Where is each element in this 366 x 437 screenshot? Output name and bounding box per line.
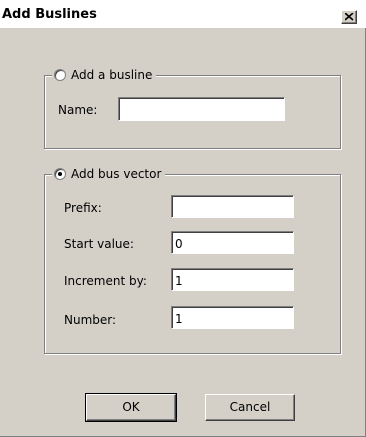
add-bus-vector-radio[interactable]	[54, 168, 66, 180]
add-bus-vector-label: Add bus vector	[71, 167, 162, 181]
add-buslines-dialog: Add Buslines Add a busline Name: Add bus…	[0, 0, 366, 437]
prefix-field[interactable]	[171, 195, 294, 218]
add-busline-radio[interactable]	[54, 69, 66, 81]
number-field[interactable]	[171, 306, 294, 329]
prefix-label: Prefix:	[64, 201, 102, 215]
add-bus-vector-option[interactable]: Add bus vector	[52, 166, 166, 182]
ok-button[interactable]: OK	[85, 393, 177, 422]
start-value-label: Start value:	[64, 237, 134, 251]
dialog-title: Add Buslines	[2, 7, 97, 22]
close-icon	[345, 13, 354, 21]
title-bar[interactable]: Add Buslines	[0, 0, 366, 28]
increment-by-label: Increment by:	[64, 274, 147, 288]
name-field[interactable]	[118, 97, 285, 121]
number-label: Number:	[64, 313, 117, 327]
cancel-button[interactable]: Cancel	[205, 394, 295, 421]
add-busline-option[interactable]: Add a busline	[52, 67, 157, 83]
add-busline-label: Add a busline	[71, 68, 153, 82]
increment-by-field[interactable]	[171, 268, 294, 291]
start-value-field[interactable]	[171, 231, 294, 254]
close-button[interactable]	[341, 10, 357, 24]
name-label: Name:	[58, 103, 98, 117]
